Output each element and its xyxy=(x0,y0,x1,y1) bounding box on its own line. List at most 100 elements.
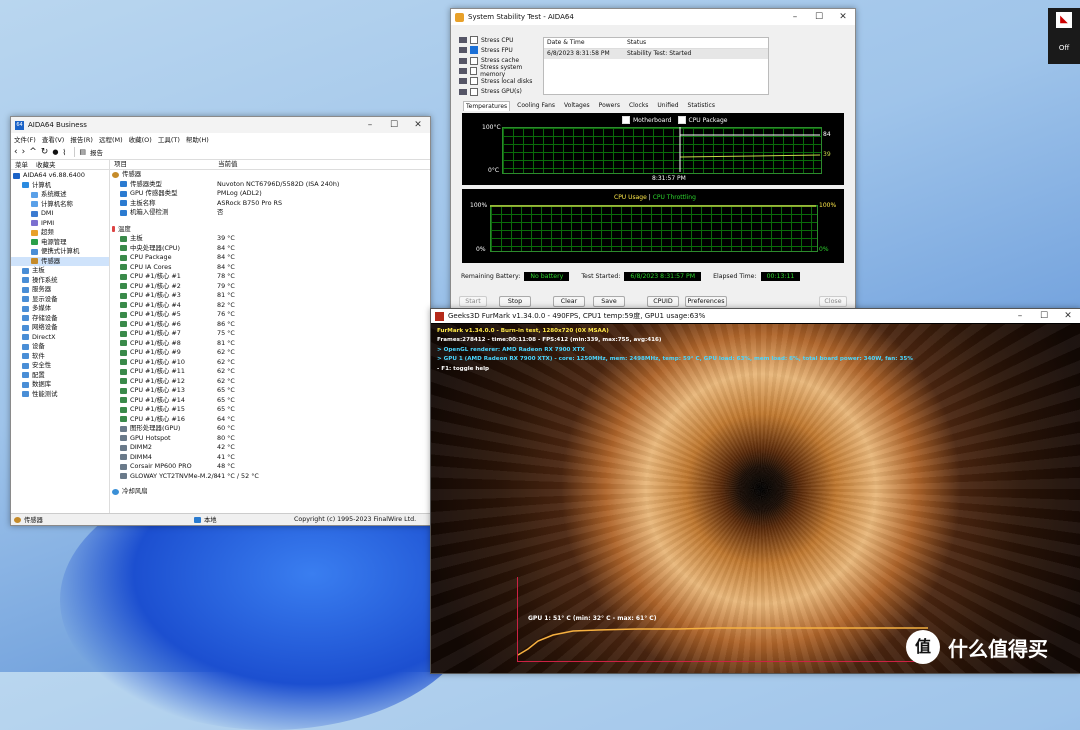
close-icon[interactable]: ✕ xyxy=(1056,311,1080,321)
column-item[interactable]: 项目 xyxy=(110,159,218,169)
tree-item[interactable]: 超频 xyxy=(11,228,109,238)
tree-item[interactable]: 电源管理 xyxy=(11,238,109,248)
list-item[interactable]: CPU #1/核心 #13 65 °C xyxy=(110,386,430,396)
stress-option[interactable]: Stress GPU(s) xyxy=(459,86,545,96)
up-icon[interactable]: ^ xyxy=(29,147,37,157)
list-item[interactable]: CPU #1/核心 #8 81 °C xyxy=(110,339,430,349)
list-item[interactable]: CPU #1/核心 #6 86 °C xyxy=(110,320,430,330)
maximize-icon[interactable]: ☐ xyxy=(382,120,406,130)
list-item[interactable]: CPU #1/核心 #9 62 °C xyxy=(110,348,430,358)
tree-item[interactable]: 网络设备 xyxy=(11,323,109,333)
list-item[interactable]: 机箱入侵检测 否 xyxy=(110,208,430,218)
log-row[interactable]: 6/8/2023 8:31:58 PM Stability Test: Star… xyxy=(544,49,768,59)
list-item[interactable]: GPU Hotspot 80 °C xyxy=(110,434,430,444)
list-item[interactable]: CPU #1/核心 #12 62 °C xyxy=(110,377,430,387)
list-item[interactable]: CPU #1/核心 #1 78 °C xyxy=(110,272,430,282)
stress-checkbox[interactable] xyxy=(470,87,478,96)
stability-tab[interactable]: Statistics xyxy=(686,101,717,111)
tree-item[interactable]: DirectX xyxy=(11,333,109,343)
tree-item[interactable]: 主板 xyxy=(11,266,109,276)
tree-item[interactable]: 计算机名称 xyxy=(11,200,109,210)
preferences-button[interactable]: Preferences xyxy=(685,296,727,307)
tree-item[interactable]: 配置 xyxy=(11,371,109,381)
stress-option[interactable]: Stress CPU xyxy=(459,35,545,45)
list-item[interactable]: 中央处理器(CPU) 84 °C xyxy=(110,244,430,254)
stability-titlebar[interactable]: System Stability Test - AIDA64 – ☐ ✕ xyxy=(451,9,855,25)
stability-tab[interactable]: Powers xyxy=(597,101,622,111)
list-item[interactable]: CPU #1/核心 #14 65 °C xyxy=(110,396,430,406)
tree-item[interactable]: 传感器 xyxy=(11,256,109,266)
back-icon[interactable]: ‹ xyxy=(14,147,18,157)
list-item[interactable]: 主板 39 °C xyxy=(110,234,430,244)
stress-checkbox[interactable] xyxy=(469,67,478,76)
tree-item[interactable]: DMI xyxy=(11,209,109,219)
tree-item[interactable]: 设备 xyxy=(11,342,109,352)
minimize-icon[interactable]: – xyxy=(358,120,382,130)
aida-main-titlebar[interactable]: 64 AIDA64 Business – ☐ ✕ xyxy=(11,117,430,133)
menu-remote[interactable]: 远程(M) xyxy=(99,134,123,144)
list-item[interactable]: DIMM4 41 °C xyxy=(110,453,430,463)
menu-help[interactable]: 帮助(H) xyxy=(186,134,209,144)
tree-item[interactable]: 系统概述 xyxy=(11,190,109,200)
list-item[interactable]: CPU #1/核心 #4 82 °C xyxy=(110,301,430,311)
report-icon[interactable]: ▤ xyxy=(79,148,86,156)
maximize-icon[interactable]: ☐ xyxy=(807,12,831,22)
save-button[interactable]: Save xyxy=(593,296,625,307)
list-item[interactable]: 传感器类型 Nuvoton NCT6796D/5582D (ISA 240h) xyxy=(110,180,430,190)
stress-checkbox[interactable] xyxy=(470,36,478,45)
tree-item[interactable]: IPMI xyxy=(11,219,109,229)
stop-button[interactable]: Stop xyxy=(499,296,531,307)
list-item[interactable]: CPU IA Cores 84 °C xyxy=(110,263,430,273)
menu-favorites[interactable]: 收藏(O) xyxy=(129,134,152,144)
tree-item[interactable]: 性能测试 xyxy=(11,390,109,400)
list-item[interactable]: Corsair MP600 PRO 48 °C xyxy=(110,462,430,472)
list-item[interactable]: 主板名称 ASRock B750 Pro RS xyxy=(110,199,430,209)
stability-tab[interactable]: Unified xyxy=(655,101,680,111)
tree-item[interactable]: 计算机 xyxy=(11,181,109,191)
furmark-titlebar[interactable]: Geeks3D FurMark v1.34.0.0 - 490FPS, CPU1… xyxy=(431,309,1080,323)
list-item[interactable]: CPU #1/核心 #2 79 °C xyxy=(110,282,430,292)
tree-item[interactable]: 便携式计算机 xyxy=(11,247,109,257)
close-icon[interactable]: ✕ xyxy=(831,12,855,22)
tree-item[interactable]: AIDA64 v6.88.6400 xyxy=(11,171,109,181)
tree-item[interactable]: 服务器 xyxy=(11,285,109,295)
list-item[interactable]: CPU #1/核心 #11 62 °C xyxy=(110,367,430,377)
minimize-icon[interactable]: – xyxy=(1008,311,1032,321)
refresh-icon[interactable]: ↻ xyxy=(41,147,49,157)
list-item[interactable]: CPU #1/核心 #3 81 °C xyxy=(110,291,430,301)
list-item[interactable]: GPU 传感器类型 PMLog (ADL2) xyxy=(110,189,430,199)
stability-tab[interactable]: Temperatures xyxy=(463,101,511,111)
log-col-status[interactable]: Status xyxy=(627,38,646,48)
menu-report[interactable]: 报告(R) xyxy=(70,134,93,144)
stress-option[interactable]: Stress system memory xyxy=(459,64,545,78)
tree-item[interactable]: 多媒体 xyxy=(11,304,109,314)
amd-widget[interactable]: ◣ Off xyxy=(1048,8,1080,64)
list-item[interactable]: CPU #1/核心 #15 65 °C xyxy=(110,405,430,415)
stress-option[interactable]: Stress local disks xyxy=(459,76,545,86)
tree-item[interactable]: 操作系统 xyxy=(11,276,109,286)
stress-option[interactable]: Stress FPU xyxy=(459,45,545,55)
menu-file[interactable]: 文件(F) xyxy=(14,134,36,144)
tab-menu[interactable]: 菜单 xyxy=(11,159,32,169)
minimize-icon[interactable]: – xyxy=(783,12,807,22)
cpuid-button[interactable]: CPUID xyxy=(647,296,679,307)
menu-view[interactable]: 查看(V) xyxy=(42,134,65,144)
user-icon[interactable]: ● xyxy=(52,148,58,156)
tree-item[interactable]: 软件 xyxy=(11,352,109,362)
tree-item[interactable]: 安全性 xyxy=(11,361,109,371)
log-col-date[interactable]: Date & Time xyxy=(544,38,627,48)
list-item[interactable]: GLOWAY YCT2TNVMe-M.2/80 41 °C / 52 °C xyxy=(110,472,430,482)
stress-checkbox[interactable] xyxy=(470,46,478,55)
tab-favorites[interactable]: 收藏夹 xyxy=(32,159,60,169)
close-icon[interactable]: ✕ xyxy=(406,120,430,130)
clear-button[interactable]: Clear xyxy=(553,296,585,307)
list-item[interactable]: DIMM2 42 °C xyxy=(110,443,430,453)
stability-tab[interactable]: Clocks xyxy=(627,101,650,111)
maximize-icon[interactable]: ☐ xyxy=(1032,311,1056,321)
list-item[interactable]: CPU #1/核心 #10 62 °C xyxy=(110,358,430,368)
list-item[interactable]: CPU Package 84 °C xyxy=(110,253,430,263)
column-value[interactable]: 当前值 xyxy=(218,159,238,169)
stability-tab[interactable]: Voltages xyxy=(562,101,592,111)
stress-checkbox[interactable] xyxy=(470,77,478,86)
stress-checkbox[interactable] xyxy=(470,56,478,65)
